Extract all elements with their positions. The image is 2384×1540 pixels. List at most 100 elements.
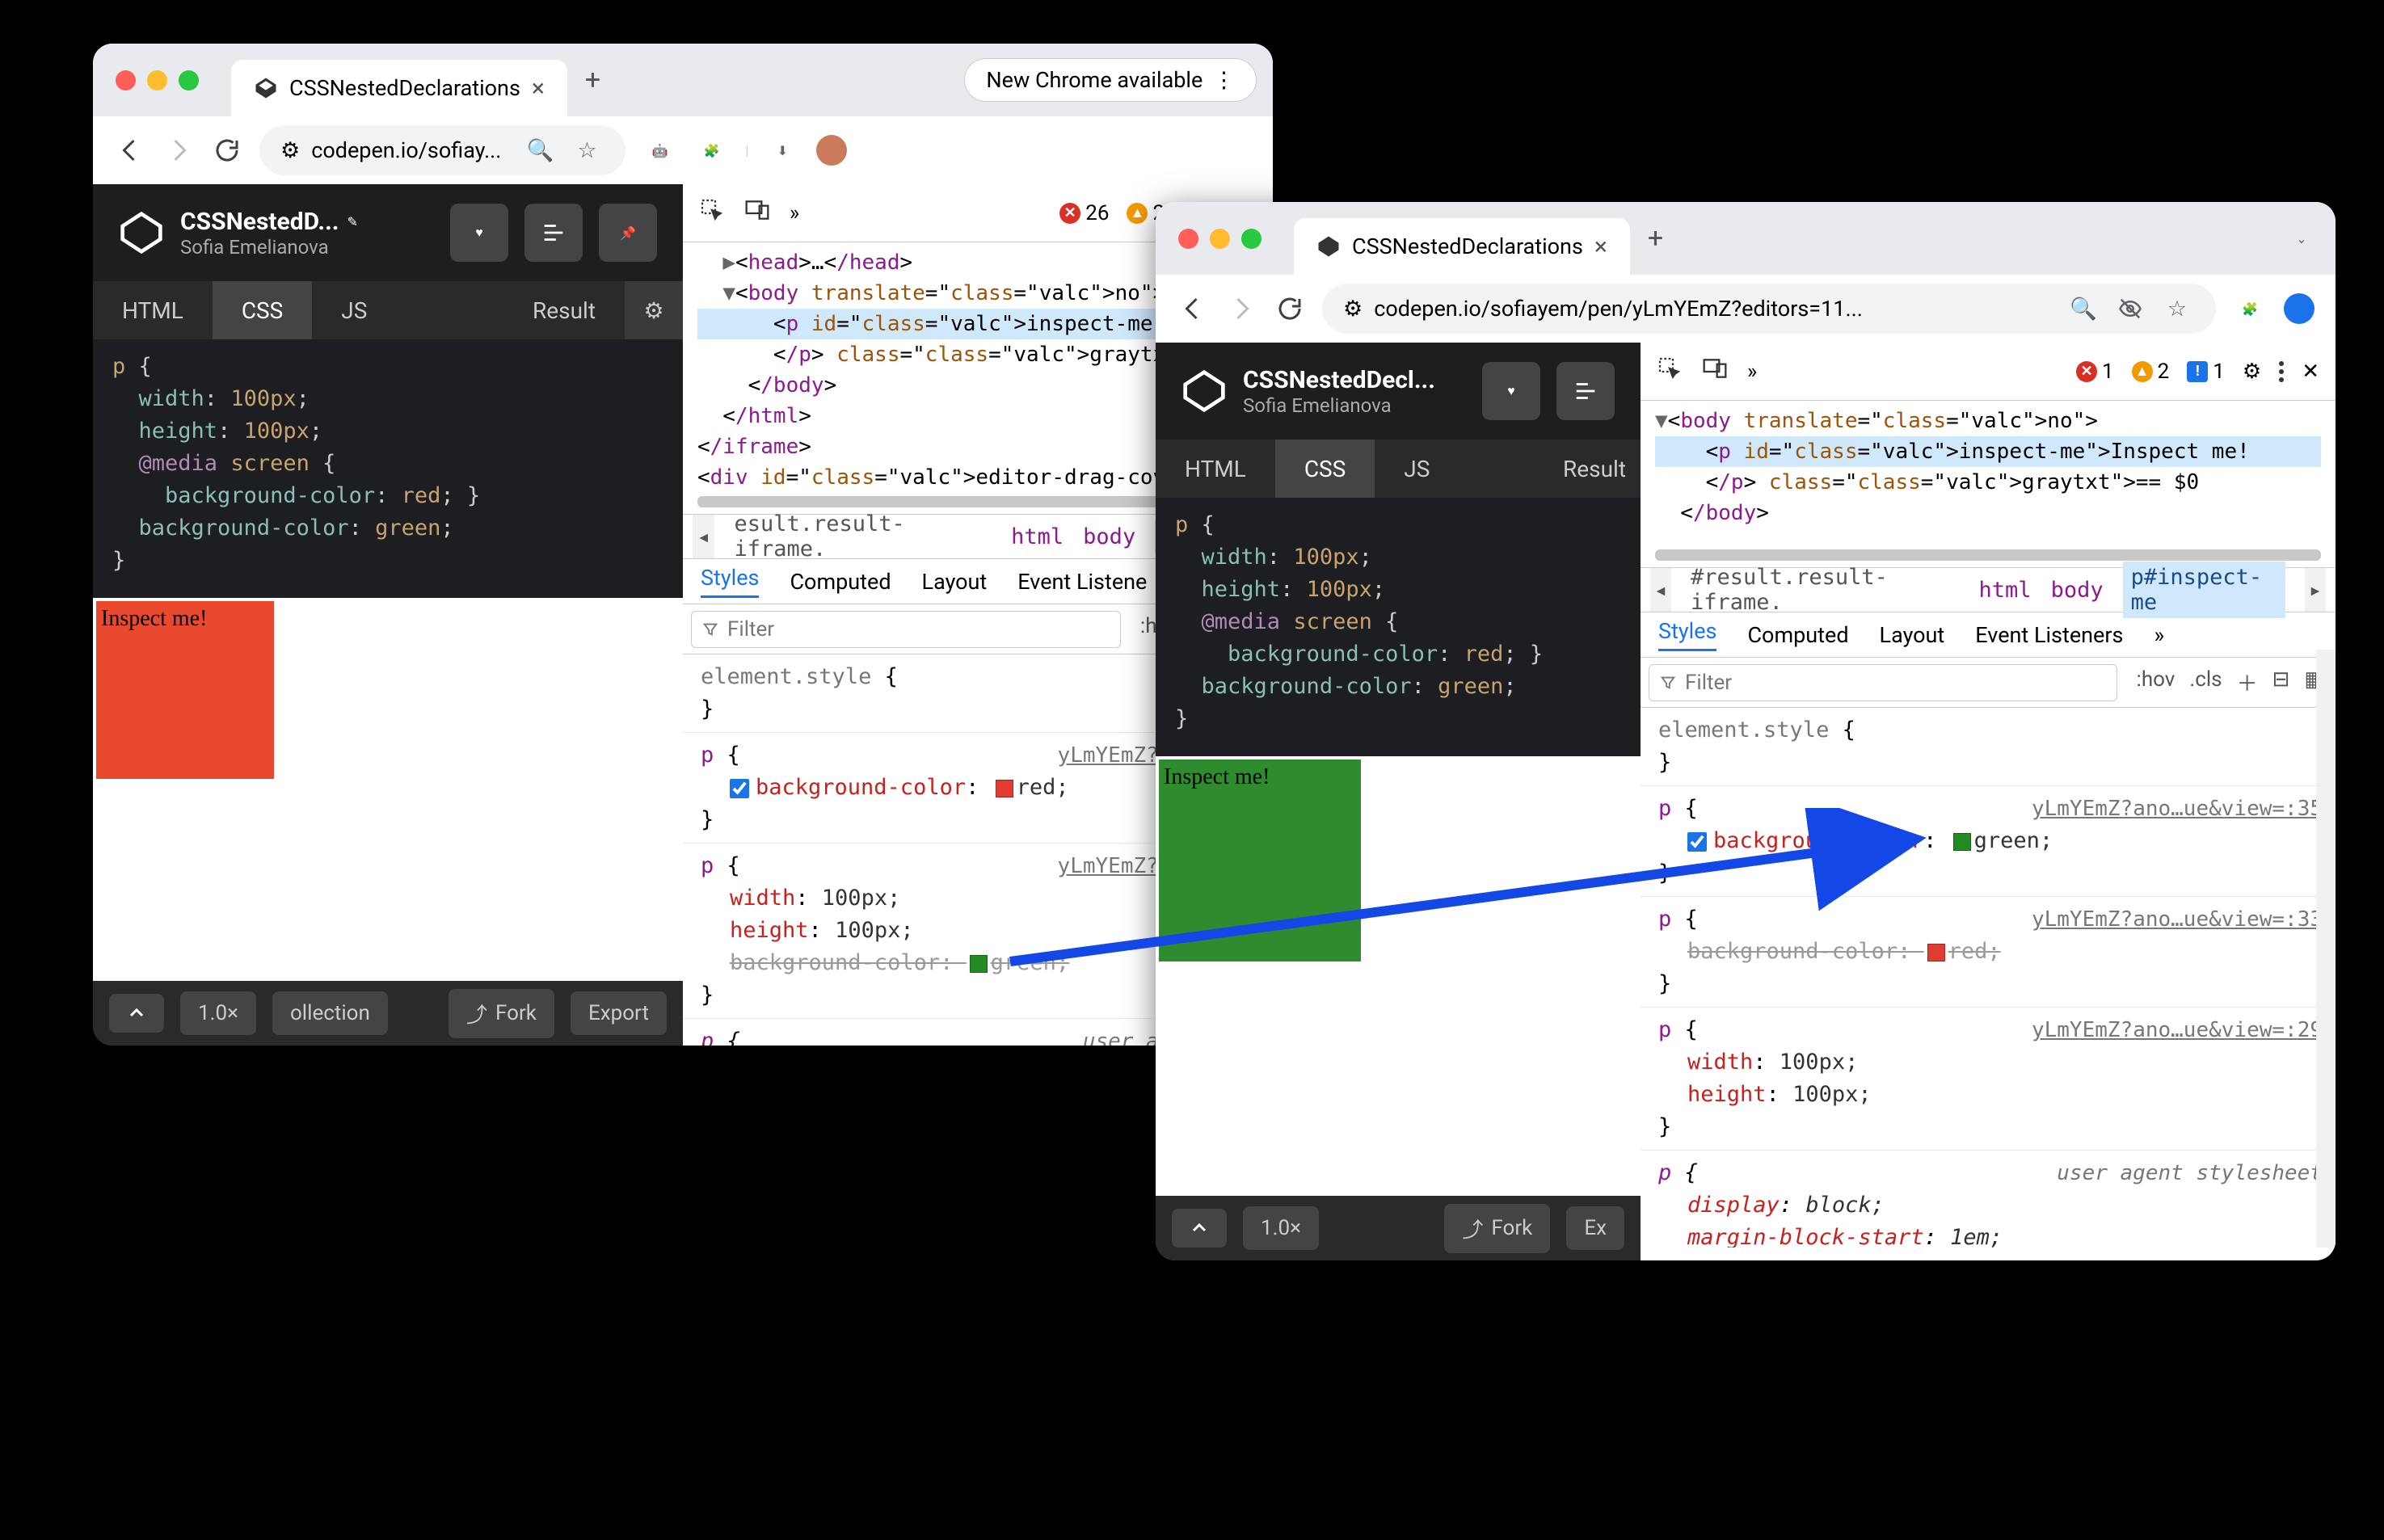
robot-icon[interactable]: 🤖: [642, 133, 677, 168]
browser-tab[interactable]: CSSNestedDeclarations ×: [231, 60, 567, 116]
computed-styles-toggle-icon[interactable]: ⊟: [2272, 667, 2290, 697]
new-style-rule[interactable]: ＋: [2237, 667, 2258, 697]
devtools-menu-icon[interactable]: [2279, 361, 2284, 382]
breadcrumb-html[interactable]: html: [1979, 578, 2032, 603]
reload-button[interactable]: [211, 134, 243, 166]
export-button[interactable]: Ex: [1566, 1206, 1624, 1250]
window-chevron-down-icon[interactable]: ⌄: [2284, 221, 2319, 256]
styles-filter-input[interactable]: Filter: [1649, 664, 2117, 701]
inspect-element-icon[interactable]: [1657, 356, 1683, 387]
tab-layout[interactable]: Layout: [922, 569, 988, 595]
bookmark-icon[interactable]: ☆: [2159, 291, 2195, 326]
minimize-window-dot[interactable]: [1210, 229, 1230, 249]
horizontal-scrollbar[interactable]: [1655, 549, 2321, 561]
tab-result[interactable]: Result: [503, 281, 625, 339]
tab-html[interactable]: HTML: [93, 281, 213, 339]
downloads-icon[interactable]: ⬇: [764, 133, 800, 168]
tab-js[interactable]: JS: [1375, 440, 1459, 498]
browser-tab[interactable]: CSSNestedDeclarations ×: [1294, 218, 1630, 275]
tab-css[interactable]: CSS: [213, 281, 312, 339]
close-window-dot[interactable]: [1178, 229, 1198, 249]
view-button[interactable]: [1556, 362, 1615, 420]
more-tabs-icon[interactable]: »: [790, 201, 799, 225]
zoom-icon[interactable]: 🔍: [522, 133, 558, 168]
info-badge[interactable]: !1: [2187, 360, 2225, 384]
device-toggle-icon[interactable]: [744, 197, 770, 229]
hov-toggle[interactable]: :hov: [2137, 667, 2176, 697]
settings-icon[interactable]: ⚙: [625, 281, 683, 339]
profile-avatar[interactable]: [816, 135, 847, 166]
breadcrumb-selected[interactable]: p#inspect-me: [2123, 562, 2285, 618]
elements-breadcrumb[interactable]: ◂ #result.result-iframe. html body p#ins…: [1641, 567, 2336, 612]
codepen-logo[interactable]: [1181, 368, 1227, 414]
maximize-window-dot[interactable]: [1241, 229, 1261, 249]
breadcrumb-scroll-left[interactable]: ◂: [693, 515, 714, 558]
reload-button[interactable]: [1274, 292, 1306, 325]
warnings-badge[interactable]: ▲2: [2132, 360, 2170, 384]
site-settings-icon[interactable]: ⚙: [280, 137, 300, 163]
tab-computed[interactable]: Computed: [1747, 622, 1848, 648]
fork-button[interactable]: ⤴Fork: [449, 989, 554, 1038]
breadcrumb-scroll-right[interactable]: ▸: [2305, 568, 2326, 612]
back-button[interactable]: [1177, 292, 1209, 325]
breadcrumb-body[interactable]: body: [2051, 578, 2104, 603]
site-settings-icon[interactable]: ⚙: [1343, 296, 1363, 322]
tab-layout[interactable]: Layout: [1880, 622, 1945, 648]
tab-result[interactable]: Result: [1534, 440, 1641, 498]
forward-button[interactable]: [1225, 292, 1257, 325]
tab-styles[interactable]: Styles: [1658, 618, 1716, 651]
close-window-dot[interactable]: [116, 70, 136, 90]
inspect-me-element[interactable]: Inspect me!: [96, 601, 274, 779]
heart-button[interactable]: ♥: [1482, 362, 1540, 420]
more-tabs-icon[interactable]: »: [1747, 360, 1757, 384]
fork-button[interactable]: ⤴Fork: [1444, 1204, 1550, 1253]
console-toggle[interactable]: [109, 994, 164, 1033]
back-button[interactable]: [114, 134, 146, 166]
breadcrumb-iframe[interactable]: #result.result-iframe.: [1691, 565, 1960, 615]
errors-badge[interactable]: ✕1: [2076, 360, 2114, 384]
minimize-window-dot[interactable]: [147, 70, 167, 90]
css-editor[interactable]: p { width: 100px; height: 100px; @media …: [1156, 498, 1641, 756]
elements-dom-tree[interactable]: ▼<body translate="class="valc">no"> <p i…: [1641, 401, 2336, 546]
zoom-indicator[interactable]: 1.0×: [1243, 1206, 1319, 1250]
cls-toggle[interactable]: .cls: [2189, 667, 2222, 697]
codepen-logo[interactable]: [119, 210, 164, 255]
forward-button[interactable]: [162, 134, 195, 166]
device-toggle-icon[interactable]: [1702, 356, 1728, 387]
breadcrumb-html[interactable]: html: [1011, 524, 1064, 549]
breadcrumb-body[interactable]: body: [1083, 524, 1135, 549]
close-tab-icon[interactable]: ×: [532, 74, 545, 103]
inspect-element-icon[interactable]: [699, 197, 725, 229]
edit-title-icon[interactable]: ✎: [347, 214, 358, 229]
bookmark-icon[interactable]: ☆: [569, 133, 604, 168]
tab-html[interactable]: HTML: [1156, 440, 1275, 498]
tab-css[interactable]: CSS: [1275, 440, 1375, 498]
tab-computed[interactable]: Computed: [790, 569, 891, 595]
view-button[interactable]: [524, 204, 583, 262]
new-tab-button[interactable]: +: [585, 64, 600, 96]
styles-filter-input[interactable]: Filter: [691, 611, 1121, 648]
chrome-update-pill[interactable]: New Chrome available ⋮: [964, 58, 1257, 102]
devtools-close-icon[interactable]: ✕: [2302, 360, 2319, 384]
devtools-settings-icon[interactable]: ⚙: [2243, 360, 2261, 384]
close-tab-icon[interactable]: ×: [1594, 233, 1607, 261]
zoom-icon[interactable]: 🔍: [2066, 291, 2101, 326]
errors-badge[interactable]: ✕26: [1059, 201, 1109, 225]
tab-styles[interactable]: Styles: [701, 565, 759, 598]
tab-event-listeners[interactable]: Event Listene: [1017, 569, 1147, 595]
export-button[interactable]: Export: [571, 991, 667, 1035]
url-input[interactable]: ⚙ codepen.io/sofiay... 🔍 ☆: [259, 125, 625, 175]
console-toggle[interactable]: [1172, 1209, 1227, 1248]
inspect-me-element[interactable]: Inspect me!: [1159, 759, 1361, 961]
css-editor[interactable]: p { width: 100px; height: 100px; @media …: [93, 339, 683, 598]
tab-event-listeners[interactable]: Event Listeners: [1975, 622, 2123, 648]
eye-off-icon[interactable]: [2112, 291, 2148, 326]
pin-button[interactable]: 📌: [599, 204, 657, 262]
heart-button[interactable]: ♥: [450, 204, 508, 262]
url-input[interactable]: ⚙ codepen.io/sofiayem/pen/yLmYEmZ?editor…: [1322, 284, 2216, 334]
extensions-icon[interactable]: 🧩: [693, 133, 729, 168]
more-style-tabs-icon[interactable]: »: [2154, 622, 2164, 648]
extensions-icon[interactable]: 🧩: [2232, 291, 2268, 326]
new-tab-button[interactable]: +: [1648, 222, 1663, 255]
profile-avatar[interactable]: [2284, 293, 2315, 324]
